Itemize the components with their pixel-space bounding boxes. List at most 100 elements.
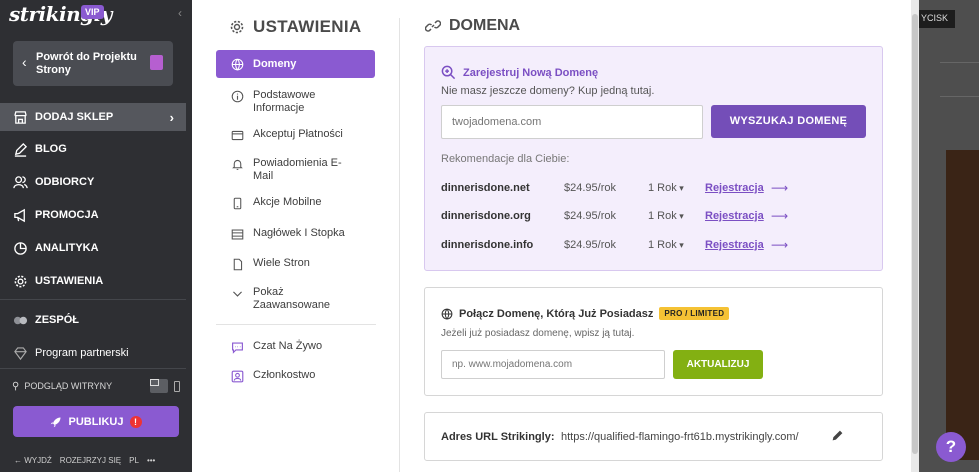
mobile-preview-icon[interactable] — [174, 381, 180, 392]
background-tab: YCISK — [919, 10, 955, 28]
nav-analytics[interactable]: ANALITYKA — [0, 234, 186, 262]
recommended-domain: dinnerisdone.net — [441, 182, 530, 194]
tour-link[interactable]: ROZEJRZYJ SIĘ — [60, 456, 121, 465]
nav-team[interactable]: ZESPÓŁ — [0, 306, 186, 334]
pro-limited-badge: PRO / LIMITED — [659, 307, 730, 320]
domain-price: $24.95/rok — [564, 182, 616, 194]
connect-title: Połącz Domenę, Którą Już Posiadasz — [459, 307, 654, 320]
years-select[interactable]: 1 Rok — [648, 210, 684, 222]
background-image — [946, 150, 979, 460]
diamond-icon — [12, 345, 29, 362]
register-title: Zarejestruj Nową Domenę — [463, 66, 599, 79]
search-domain-button[interactable]: WYSZUKAJ DOMENĘ — [711, 105, 866, 138]
desktop-preview-icon[interactable] — [150, 379, 168, 393]
vip-badge: VIP — [81, 5, 104, 19]
register-link[interactable]: Rejestracja — [705, 239, 764, 251]
domain-search-input[interactable] — [441, 105, 703, 139]
connect-title-row: Połącz Domenę, Którą Już Posiadasz PRO /… — [441, 307, 730, 320]
more-icon[interactable]: ••• — [147, 456, 155, 465]
team-icon — [12, 312, 29, 329]
publish-button[interactable]: PUBLIKUJ ! — [13, 406, 179, 437]
nav-blog[interactable]: BLOG — [0, 135, 186, 163]
chevron-right-icon: › — [169, 109, 174, 125]
url-label: Adres URL Strikingly: — [441, 431, 555, 443]
language-link[interactable]: PL — [129, 456, 139, 465]
settings-menu-email-notifications[interactable]: Powiadomienia E-Mail — [216, 157, 375, 183]
menu-label: Wiele Stron — [253, 257, 310, 269]
existing-domain-input[interactable] — [441, 350, 665, 379]
recommendation-row: dinnerisdone.net $24.95/rok 1 Rok Rejest… — [441, 180, 871, 198]
back-to-project-button[interactable]: ‹ Powrót do Projektu Strony — [13, 41, 173, 86]
info-icon — [230, 89, 244, 103]
edit-pencil-icon[interactable] — [831, 429, 844, 442]
sidebar-divider — [0, 299, 186, 300]
bell-icon — [230, 157, 244, 171]
settings-menu-mobile-actions[interactable]: Akcje Mobilne — [216, 196, 375, 210]
register-link[interactable]: Rejestracja — [705, 210, 764, 222]
globe-icon — [230, 57, 244, 71]
gear-icon — [12, 273, 29, 290]
menu-label: Podstawowe Informacje — [253, 89, 316, 114]
layout-icon — [230, 227, 244, 241]
nav-label: BLOG — [35, 143, 67, 155]
arrow-right-icon: ⟶ — [771, 209, 789, 223]
recommendations-label: Rekomendacje dla Ciebie: — [441, 153, 570, 165]
chat-icon — [230, 340, 244, 354]
recommended-domain: dinnerisdone.info — [441, 239, 534, 251]
menu-label: Członkostwo — [253, 369, 316, 381]
settings-menu-multiple-pages[interactable]: Wiele Stron — [216, 257, 375, 271]
nav-partner-program[interactable]: Program partnerski — [0, 339, 186, 367]
settings-menu-payments[interactable]: Akceptuj Płatności — [216, 128, 375, 142]
sidebar-divider — [0, 368, 186, 369]
menu-label: Nagłówek I Stopka — [253, 227, 345, 239]
gear-icon — [230, 20, 244, 34]
background-block — [940, 62, 979, 97]
arrow-right-icon: ⟶ — [771, 181, 789, 195]
menu-label: Pokaż Zaawansowane — [253, 286, 331, 311]
recommendation-row: dinnerisdone.org $24.95/rok 1 Rok Rejest… — [441, 208, 871, 226]
connect-subtitle: Jeżeli już posiadasz domenę, wpisz ją tu… — [441, 328, 635, 339]
chevron-down-icon — [230, 286, 244, 300]
store-icon — [12, 109, 29, 126]
settings-menu-show-advanced[interactable]: Pokaż Zaawansowane — [216, 286, 375, 312]
register-subtitle: Nie masz jeszcze domeny? Kup jedną tutaj… — [441, 85, 655, 97]
settings-panel: USTAWIENIA Domeny Podstawowe Informacje … — [192, 0, 919, 472]
years-select[interactable]: 1 Rok — [648, 182, 684, 194]
member-icon — [230, 369, 244, 383]
nav-label: ODBIORCY — [35, 176, 95, 188]
settings-menu-live-chat[interactable]: Czat Na Żywo — [216, 340, 375, 354]
settings-menu-domains[interactable]: Domeny — [216, 50, 375, 78]
settings-menu-basic-info[interactable]: Podstawowe Informacje — [216, 89, 375, 115]
years-select[interactable]: 1 Rok — [648, 239, 684, 251]
nav-add-store[interactable]: DODAJ SKLEP › — [0, 103, 186, 131]
collapse-sidebar-icon[interactable]: ‹ — [178, 6, 182, 20]
menu-label: Akcje Mobilne — [253, 196, 322, 208]
settings-menu-membership[interactable]: Członkostwo — [216, 369, 375, 383]
recommendation-row: dinnerisdone.info $24.95/rok 1 Rok Rejes… — [441, 237, 871, 255]
nav-audience[interactable]: ODBIORCY — [0, 168, 186, 196]
domain-title: DOMENA — [449, 17, 521, 34]
nav-settings[interactable]: USTAWIENIA — [0, 267, 186, 295]
rocket-icon — [51, 417, 61, 427]
search-plus-icon — [441, 65, 456, 80]
update-button[interactable]: AKTUALIZUJ — [673, 350, 763, 379]
settings-menu-header-footer[interactable]: Nagłówek I Stopka — [216, 227, 375, 241]
url-value: https://qualified-flamingo-frt61b.mystri… — [561, 431, 799, 443]
nav-label: ANALITYKA — [35, 242, 99, 254]
menu-divider — [216, 324, 376, 325]
help-button[interactable]: ? — [936, 432, 966, 462]
panel-scrollbar[interactable] — [911, 0, 919, 472]
exit-label: WYJDŹ — [24, 456, 52, 465]
menu-label: Domeny — [253, 57, 297, 70]
exit-link[interactable]: ← WYJDŹ — [14, 456, 52, 465]
megaphone-icon — [12, 207, 29, 224]
nav-label: PROMOCJA — [35, 209, 99, 221]
register-link[interactable]: Rejestracja — [705, 182, 764, 194]
domain-price: $24.95/rok — [564, 239, 616, 251]
register-title-row: Zarejestruj Nową Domenę — [441, 65, 598, 80]
domain-heading: DOMENA — [425, 17, 520, 35]
nav-promotion[interactable]: PROMOCJA — [0, 201, 186, 229]
chevron-left-icon: ‹ — [22, 54, 27, 70]
menu-label: Akceptuj Płatności — [253, 128, 343, 140]
connect-domain-card: Połącz Domenę, Którą Już Posiadasz PRO /… — [424, 287, 883, 396]
